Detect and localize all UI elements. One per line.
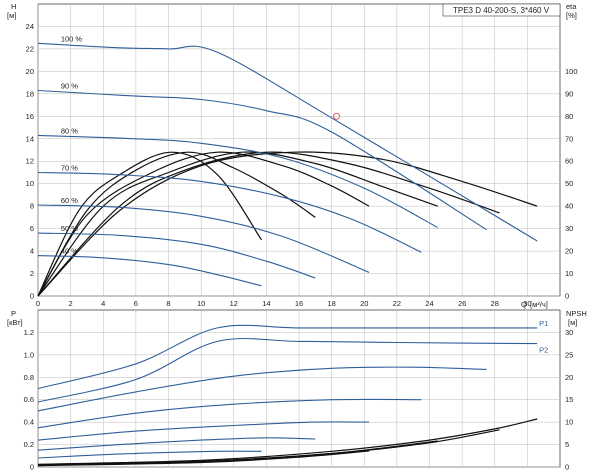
speed-label: 90 % xyxy=(61,81,78,90)
speed-label: 60 % xyxy=(61,196,78,205)
npsh-axis-label: NPSH xyxy=(566,309,587,318)
head-tick-label: 20 xyxy=(26,67,34,76)
npsh-axis-unit: [м] xyxy=(568,318,577,327)
head-tick-label: 14 xyxy=(26,134,34,143)
eta-tick-label: 40 xyxy=(565,202,573,211)
eta-tick-label: 10 xyxy=(565,269,573,278)
head-tick-label: 2 xyxy=(30,269,34,278)
x-tick-label: 14 xyxy=(262,299,270,308)
eta-tick-label: 100 xyxy=(565,67,578,76)
head-tick-label: 4 xyxy=(30,247,34,256)
eta-axis-label: eta xyxy=(566,2,577,11)
head-tick-label: 10 xyxy=(26,179,34,188)
eta-tick-label: 70 xyxy=(565,134,573,143)
head-tick-label: 18 xyxy=(26,89,34,98)
power-tick-label: 1.2 xyxy=(24,328,34,337)
x-tick-label: 28 xyxy=(491,299,499,308)
npsh-tick-label: 20 xyxy=(565,373,573,382)
npsh-tick-label: 5 xyxy=(565,440,569,449)
eta-tick-label: 60 xyxy=(565,157,573,166)
head-tick-label: 6 xyxy=(30,224,34,233)
flow-axis-label: Q xyxy=(521,300,527,309)
x-tick-label: 22 xyxy=(393,299,401,308)
power-tick-label: 0.8 xyxy=(24,373,34,382)
speed-label: 70 % xyxy=(61,163,78,172)
chart-title: TPE3 D 40-200-S, 3*460 V xyxy=(453,6,550,15)
power-series-label: P1 xyxy=(539,319,548,328)
speed-label: 100 % xyxy=(61,34,83,43)
head-axis-label: H xyxy=(11,2,16,11)
power-tick-label: 0.2 xyxy=(24,440,34,449)
eta-tick-label: 20 xyxy=(565,247,573,256)
x-tick-label: 4 xyxy=(101,299,105,308)
eta-axis-unit: [%] xyxy=(566,11,577,20)
npsh-tick-label: 15 xyxy=(565,395,573,404)
power-tick-label: 0.6 xyxy=(24,395,34,404)
x-tick-label: 20 xyxy=(360,299,368,308)
power-tick-label: 0 xyxy=(30,463,34,472)
pump-performance-chart: 0 2 4 6 8 10 12 14 16 18 20 22 24 26 28 300246810121416… xyxy=(0,0,600,474)
head-tick-label: 16 xyxy=(26,112,34,121)
power-tick-label: 1.0 xyxy=(24,350,34,359)
npsh-tick-label: 10 xyxy=(565,418,573,427)
x-tick-label: 18 xyxy=(327,299,335,308)
x-tick-label: 16 xyxy=(295,299,303,308)
head-tick-label: 22 xyxy=(26,44,34,53)
speed-label: 50 % xyxy=(61,224,78,233)
eta-tick-label: 80 xyxy=(565,112,573,121)
eta-tick-label: 50 xyxy=(565,179,573,188)
head-tick-label: 8 xyxy=(30,202,34,211)
speed-label: 80 % xyxy=(61,126,78,135)
npsh-tick-label: 0 xyxy=(565,463,569,472)
npsh-tick-label: 25 xyxy=(565,350,573,359)
flow-axis-unit: [м³/ч] xyxy=(530,300,548,309)
eta-tick-label: 30 xyxy=(565,224,573,233)
power-axis-unit: [кВт] xyxy=(7,318,23,327)
power-series-label: P2 xyxy=(539,346,548,355)
x-tick-label: 0 xyxy=(36,299,40,308)
speed-label: 40 % xyxy=(61,247,78,256)
x-tick-label: 12 xyxy=(230,299,238,308)
x-tick-label: 6 xyxy=(134,299,138,308)
head-axis-unit: [м] xyxy=(7,11,16,20)
power-tick-label: 0.4 xyxy=(24,418,34,427)
head-tick-label: 24 xyxy=(26,22,34,31)
npsh-tick-label: 30 xyxy=(565,328,573,337)
x-tick-label: 2 xyxy=(69,299,73,308)
head-tick-label: 12 xyxy=(26,157,34,166)
head-tick-label: 0 xyxy=(30,292,34,301)
x-tick-label: 8 xyxy=(166,299,170,308)
x-tick-label: 26 xyxy=(458,299,466,308)
x-tick-label: 24 xyxy=(425,299,433,308)
x-tick-label: 10 xyxy=(197,299,205,308)
power-axis-label: P xyxy=(11,309,16,318)
eta-tick-label: 90 xyxy=(565,89,573,98)
eta-tick-label: 0 xyxy=(565,292,569,301)
